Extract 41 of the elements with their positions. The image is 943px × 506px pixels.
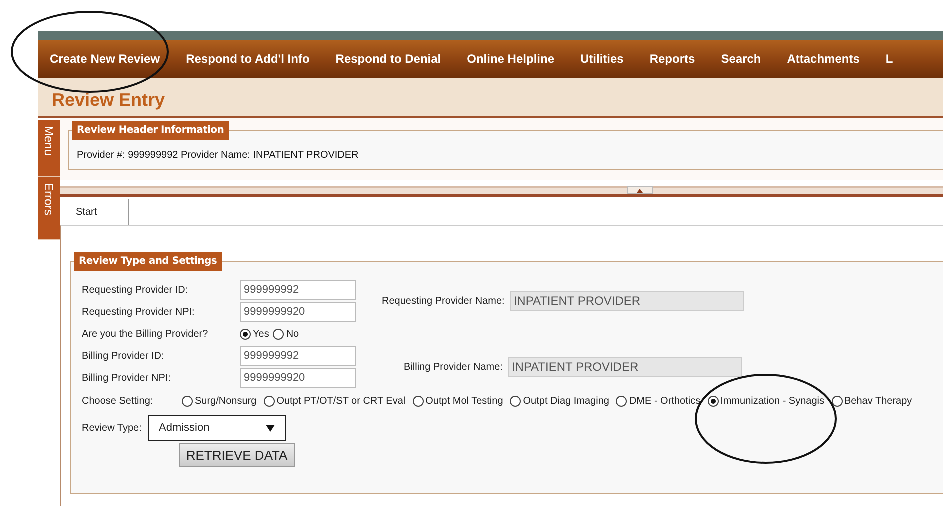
side-tab[interactable]: Errors [38, 177, 60, 240]
field-label: Billing Provider ID: [82, 350, 166, 362]
side-tab[interactable]: Menu [38, 120, 60, 177]
radio-option[interactable]: Surg/Nonsurg [182, 396, 257, 406]
radio-option[interactable]: Yes [240, 328, 270, 340]
input-field[interactable]: 999999992 [240, 346, 356, 366]
field-label: Requesting Provider NPI: [82, 306, 196, 318]
review-type-dropdown[interactable]: Admission [148, 415, 286, 441]
radio-option[interactable]: Outpt Mol Testing [412, 396, 504, 406]
readonly-field: INPATIENT PROVIDER [510, 291, 744, 311]
radio-option[interactable]: Outpt PT/OT/ST or CRT Eval [264, 396, 406, 406]
field-label: Review Type: [82, 422, 143, 434]
retrieve-data-button[interactable]: RETRIEVE DATA [179, 443, 295, 467]
nav-link[interactable]: Search [721, 52, 762, 66]
nav-link[interactable]: Utilities [580, 52, 624, 66]
radio-option[interactable]: Outpt Diag Imaging [510, 396, 610, 406]
input-field[interactable]: 9999999920 [240, 302, 356, 322]
nav-link[interactable]: Respond to Denial [336, 52, 442, 66]
input-field[interactable]: 999999992 [240, 280, 356, 300]
radio-option[interactable]: No [273, 328, 300, 340]
field-label: Billing Provider Name: [404, 362, 503, 372]
section-title: Review Header Information [72, 121, 230, 140]
input-field[interactable]: 9999999920 [240, 368, 356, 388]
nav-link[interactable]: L [886, 52, 894, 66]
nav-link[interactable]: Create New Review [50, 52, 160, 66]
field-label: Are you the Billing Provider? [82, 328, 210, 340]
page-title: Review Entry [52, 90, 166, 110]
nav-link[interactable]: Reports [650, 52, 696, 66]
radio-option[interactable]: Immunization - Synagis [708, 396, 825, 406]
nav-link[interactable]: Online Helpline [467, 52, 554, 66]
radio-option[interactable]: Behav Therapy [832, 396, 912, 406]
readonly-field: INPATIENT PROVIDER [508, 357, 742, 377]
field-label: Choose Setting: [82, 396, 154, 406]
radio-option[interactable]: DME - Orthotics [616, 396, 701, 406]
field-label: Billing Provider NPI: [82, 372, 172, 384]
section-title: Review Type and Settings [74, 252, 222, 271]
nav-link[interactable]: Attachments [787, 52, 860, 66]
field-label: Requesting Provider Name: [382, 296, 505, 306]
provider-info: Provider #: 999999992 Provider Name: INPATIENT PROVIDER [77, 150, 359, 161]
nav-link[interactable]: Respond to Add'l Info [186, 52, 310, 66]
field-label: Requesting Provider ID: [82, 284, 190, 296]
